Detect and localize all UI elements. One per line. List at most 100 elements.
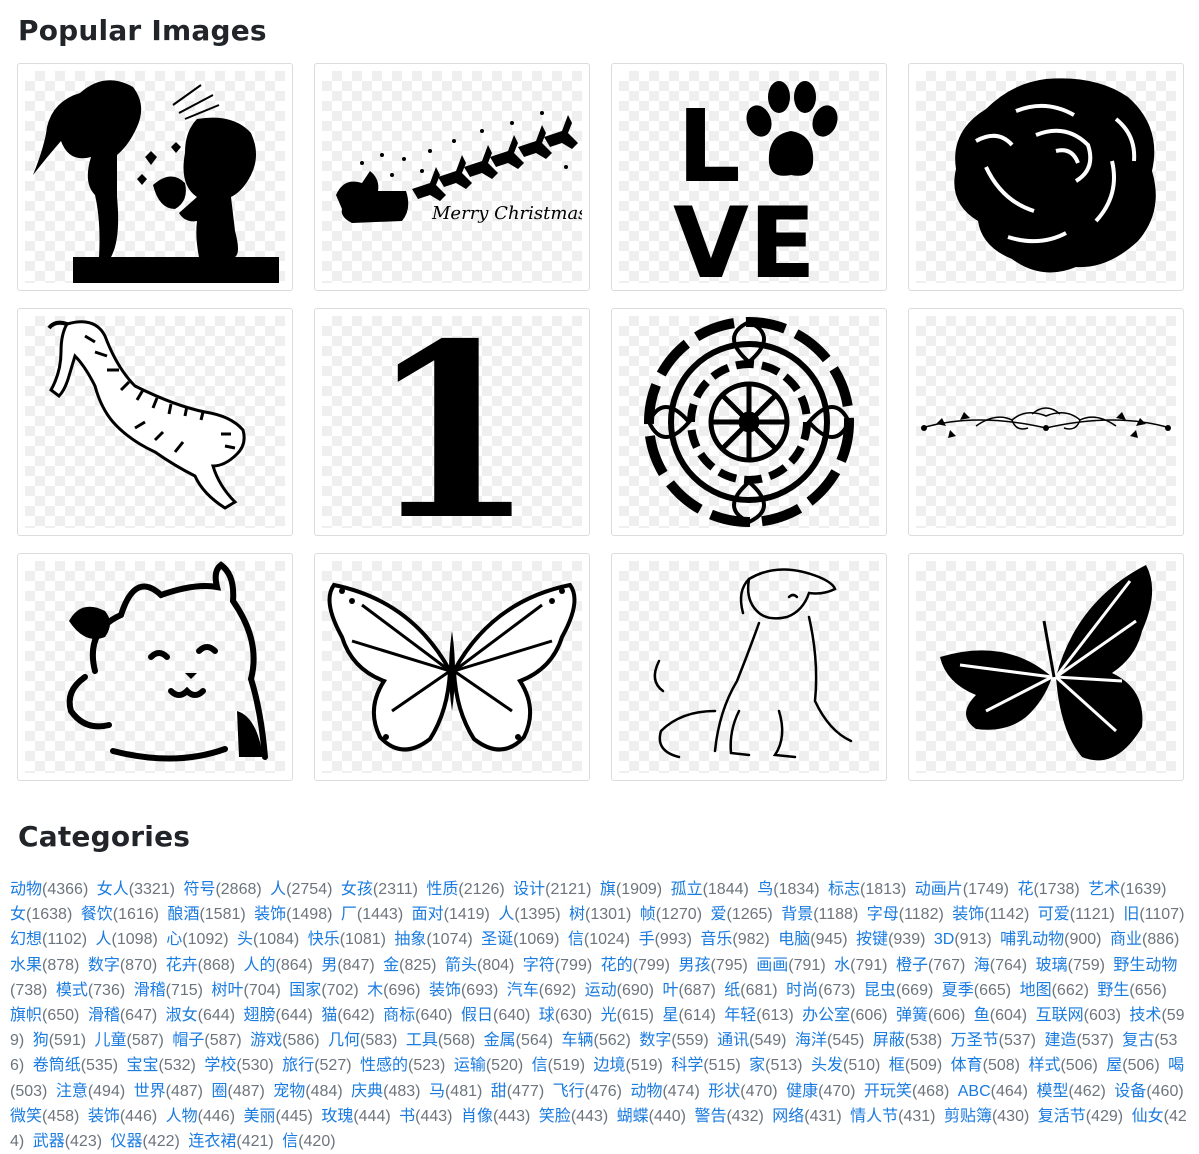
category-link[interactable]: 情人节 bbox=[850, 1108, 898, 1125]
category-item[interactable]: 纸(681) bbox=[724, 982, 777, 999]
category-item[interactable]: 旗帜(650) bbox=[10, 1007, 79, 1024]
category-link[interactable]: 信 bbox=[568, 931, 584, 948]
category-link[interactable]: 花 bbox=[1017, 881, 1033, 898]
category-item[interactable]: 办公室(606) bbox=[802, 1007, 887, 1024]
category-item[interactable]: 万圣节(537) bbox=[951, 1032, 1036, 1049]
category-item[interactable]: 按键(939) bbox=[856, 931, 925, 948]
category-item[interactable]: 夏季(665) bbox=[942, 982, 1011, 999]
category-link[interactable]: 时尚 bbox=[786, 982, 818, 999]
category-link[interactable]: 人 bbox=[498, 906, 514, 923]
category-link[interactable]: 背景 bbox=[781, 906, 813, 923]
category-item[interactable]: 面对(1419) bbox=[412, 906, 490, 923]
category-item[interactable]: 水(791) bbox=[834, 957, 887, 974]
category-item[interactable]: 地图(662) bbox=[1020, 982, 1089, 999]
category-item[interactable]: 宠物(484) bbox=[273, 1083, 342, 1100]
category-link[interactable]: 花的 bbox=[601, 957, 633, 974]
category-item[interactable]: 哺乳动物(900) bbox=[1000, 931, 1101, 948]
category-item[interactable]: 动物(4366) bbox=[10, 881, 88, 898]
mandala-icon[interactable] bbox=[619, 316, 879, 528]
category-link[interactable]: 喝 bbox=[1168, 1057, 1184, 1074]
category-link[interactable]: 马 bbox=[429, 1083, 445, 1100]
category-item[interactable]: 金属(564) bbox=[484, 1032, 553, 1049]
category-item[interactable]: 翅膀(644) bbox=[243, 1007, 312, 1024]
category-item[interactable]: 模型(462) bbox=[1036, 1083, 1105, 1100]
category-item[interactable]: 屏蔽(538) bbox=[873, 1032, 942, 1049]
category-link[interactable]: 商标 bbox=[383, 1007, 415, 1024]
category-item[interactable]: 装饰(446) bbox=[88, 1108, 157, 1125]
category-item[interactable]: 画画(791) bbox=[756, 957, 825, 974]
category-link[interactable]: 动物 bbox=[630, 1083, 662, 1100]
category-link[interactable]: 滑稽 bbox=[134, 982, 166, 999]
category-link[interactable]: 技术 bbox=[1129, 1007, 1161, 1024]
category-link[interactable]: 画画 bbox=[756, 957, 788, 974]
category-item[interactable]: 建造(537) bbox=[1044, 1032, 1113, 1049]
category-item[interactable]: 餐饮(1616) bbox=[81, 906, 159, 923]
category-link[interactable]: 数字 bbox=[88, 957, 120, 974]
category-link[interactable]: 飞行 bbox=[553, 1083, 585, 1100]
category-item[interactable]: ABC(464) bbox=[958, 1083, 1028, 1100]
category-item[interactable]: 字符(799) bbox=[523, 957, 592, 974]
category-link[interactable]: 性质 bbox=[426, 881, 458, 898]
category-item[interactable]: 学校(530) bbox=[204, 1057, 273, 1074]
category-link[interactable]: 人 bbox=[96, 931, 112, 948]
category-link[interactable]: 男 bbox=[321, 957, 337, 974]
category-item[interactable]: 标志(1813) bbox=[828, 881, 906, 898]
category-item[interactable]: 鸟(1834) bbox=[757, 881, 819, 898]
category-link[interactable]: 仪器 bbox=[111, 1133, 143, 1150]
category-item[interactable]: 连衣裙(421) bbox=[188, 1133, 273, 1150]
category-link[interactable]: 旗 bbox=[600, 881, 616, 898]
category-item[interactable]: 样式(506) bbox=[1028, 1057, 1097, 1074]
category-link[interactable]: 庆典 bbox=[351, 1083, 383, 1100]
category-item[interactable]: 注意(494) bbox=[56, 1083, 125, 1100]
category-link[interactable]: 游戏 bbox=[250, 1032, 282, 1049]
category-link[interactable]: 手 bbox=[639, 931, 655, 948]
category-item[interactable]: 幻想(1102) bbox=[10, 931, 87, 948]
category-link[interactable]: 面对 bbox=[412, 906, 444, 923]
category-item[interactable]: 快乐(1081) bbox=[308, 931, 386, 948]
category-item[interactable]: 淑女(644) bbox=[166, 1007, 235, 1024]
category-link[interactable]: 厂 bbox=[341, 906, 357, 923]
category-link[interactable]: 宠物 bbox=[273, 1083, 305, 1100]
category-item[interactable]: 抽象(1074) bbox=[394, 931, 472, 948]
image-card[interactable] bbox=[17, 308, 293, 536]
category-item[interactable]: 假日(640) bbox=[461, 1007, 530, 1024]
category-item[interactable]: 运动(690) bbox=[585, 982, 654, 999]
category-link[interactable]: 爱 bbox=[710, 906, 726, 923]
category-link[interactable]: 屏蔽 bbox=[873, 1032, 905, 1049]
category-link[interactable]: 假日 bbox=[461, 1007, 493, 1024]
category-link[interactable]: 字符 bbox=[523, 957, 555, 974]
category-link[interactable]: 孤立 bbox=[671, 881, 703, 898]
santa-sleigh-icon[interactable]: Merry Christmas bbox=[322, 71, 582, 283]
category-item[interactable]: 互联网(603) bbox=[1036, 1007, 1121, 1024]
category-item[interactable]: 体育(508) bbox=[951, 1057, 1020, 1074]
category-item[interactable]: 世界(487) bbox=[134, 1083, 203, 1100]
image-card[interactable] bbox=[611, 308, 887, 536]
category-link[interactable]: 橙子 bbox=[896, 957, 928, 974]
category-item[interactable]: 美丽(445) bbox=[243, 1108, 312, 1125]
category-item[interactable]: 酿酒(1581) bbox=[167, 906, 245, 923]
category-link[interactable]: 开玩笑 bbox=[864, 1083, 912, 1100]
category-link[interactable]: 复古 bbox=[1122, 1032, 1154, 1049]
category-item[interactable]: 微笑(458) bbox=[10, 1108, 79, 1125]
category-link[interactable]: 帽子 bbox=[172, 1032, 204, 1049]
tiger-icon[interactable] bbox=[25, 316, 285, 528]
category-item[interactable]: 人(2754) bbox=[270, 881, 332, 898]
category-item[interactable]: 工具(568) bbox=[406, 1032, 475, 1049]
category-link[interactable]: 纸 bbox=[724, 982, 740, 999]
category-link[interactable]: 装饰 bbox=[88, 1108, 120, 1125]
category-link[interactable]: 狗 bbox=[33, 1032, 49, 1049]
category-link[interactable]: 哺乳动物 bbox=[1000, 931, 1064, 948]
category-item[interactable]: 游戏(586) bbox=[250, 1032, 319, 1049]
category-link[interactable]: 餐饮 bbox=[81, 906, 113, 923]
category-link[interactable]: 装饰 bbox=[429, 982, 461, 999]
category-link[interactable]: 头 bbox=[237, 931, 253, 948]
category-item[interactable]: 心(1092) bbox=[166, 931, 228, 948]
category-link[interactable]: 装饰 bbox=[952, 906, 984, 923]
category-item[interactable]: 可爱(1121) bbox=[1038, 906, 1115, 923]
category-item[interactable]: 形状(470) bbox=[708, 1083, 777, 1100]
category-link[interactable]: 设备 bbox=[1114, 1083, 1146, 1100]
category-item[interactable]: 数字(559) bbox=[639, 1032, 708, 1049]
category-item[interactable]: 网络(431) bbox=[772, 1108, 841, 1125]
category-link[interactable]: 快乐 bbox=[308, 931, 340, 948]
category-item[interactable]: 光(615) bbox=[601, 1007, 654, 1024]
